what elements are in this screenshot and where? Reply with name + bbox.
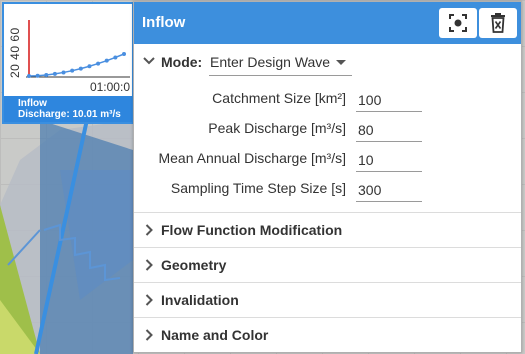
series-point: [61, 70, 66, 75]
series-point: [96, 61, 101, 66]
series-point: [104, 58, 109, 63]
chevron-down-icon[interactable]: [143, 56, 155, 66]
chevron-right-icon: [145, 224, 153, 236]
panel-header: Inflow: [134, 2, 521, 44]
catchment-size-input[interactable]: [356, 84, 422, 112]
peak-discharge-input[interactable]: [356, 114, 422, 142]
chevron-right-icon: [145, 259, 153, 271]
mean-annual-discharge-input[interactable]: [356, 144, 422, 172]
section-label: Invalidation: [161, 292, 239, 308]
section-invalidation[interactable]: Invalidation: [134, 282, 521, 317]
discharge-series-line: [28, 53, 125, 77]
series-point: [113, 55, 118, 60]
inflow-thumbnail[interactable]: 20 40 60 01:00:0 Inflow Discharge: 10.01…: [2, 2, 134, 124]
section-label: Name and Color: [161, 327, 269, 343]
thumbnail-caption-value: Discharge: 10.01 m³/s: [18, 109, 121, 120]
mode-row: Mode: Enter Design Wave: [134, 48, 521, 78]
series-point: [44, 72, 49, 77]
catchment-size-label: Catchment Size [km²]: [212, 90, 346, 106]
peak-discharge-row: Peak Discharge [m³/s]: [134, 114, 521, 144]
trash-icon: [491, 13, 505, 33]
series-point: [52, 71, 57, 76]
focus-button[interactable]: [439, 8, 477, 38]
chevron-right-icon: [145, 294, 153, 306]
thumbnail-y-ticks: 20 40 60: [8, 27, 22, 78]
series-point: [70, 68, 75, 73]
delete-button[interactable]: [479, 8, 517, 38]
mode-label: Mode:: [161, 54, 203, 70]
section-name-and-color[interactable]: Name and Color: [134, 317, 521, 352]
focus-icon: [449, 14, 467, 32]
catchment-size-row: Catchment Size [km²]: [134, 84, 521, 114]
series-point: [35, 73, 40, 78]
section-label: Flow Function Modification: [161, 222, 343, 238]
panel-title: Inflow: [142, 14, 186, 31]
chevron-right-icon: [145, 329, 153, 341]
mean-annual-discharge-row: Mean Annual Discharge [m³/s]: [134, 144, 521, 174]
sampling-time-step-row: Sampling Time Step Size [s]: [134, 174, 521, 204]
section-geometry[interactable]: Geometry: [134, 247, 521, 282]
peak-discharge-label: Peak Discharge [m³/s]: [208, 120, 346, 136]
thumbnail-caption-title: Inflow: [18, 98, 47, 109]
series-point: [122, 52, 126, 56]
series-point: [78, 66, 83, 71]
discharge-series-points: [27, 52, 126, 78]
sampling-time-step-input[interactable]: [356, 174, 422, 202]
mode-selected-value: Enter Design Wave: [210, 54, 331, 70]
series-point: [87, 64, 92, 69]
thumbnail-x-tick: 01:00:0: [89, 80, 130, 94]
sampling-time-step-label: Sampling Time Step Size [s]: [170, 180, 346, 196]
dropdown-caret-icon: [336, 60, 346, 65]
section-label: Geometry: [161, 257, 227, 273]
section-flow-function-modification[interactable]: Flow Function Modification: [134, 212, 521, 247]
mean-annual-discharge-label: Mean Annual Discharge [m³/s]: [158, 150, 346, 166]
inflow-panel: Inflow Mode: Enter Design Wave Catchment…: [133, 1, 522, 353]
series-point: [27, 74, 31, 78]
mode-dropdown[interactable]: Enter Design Wave: [209, 48, 352, 76]
thumbnail-caption: Inflow Discharge: 10.01 m³/s: [4, 96, 132, 122]
